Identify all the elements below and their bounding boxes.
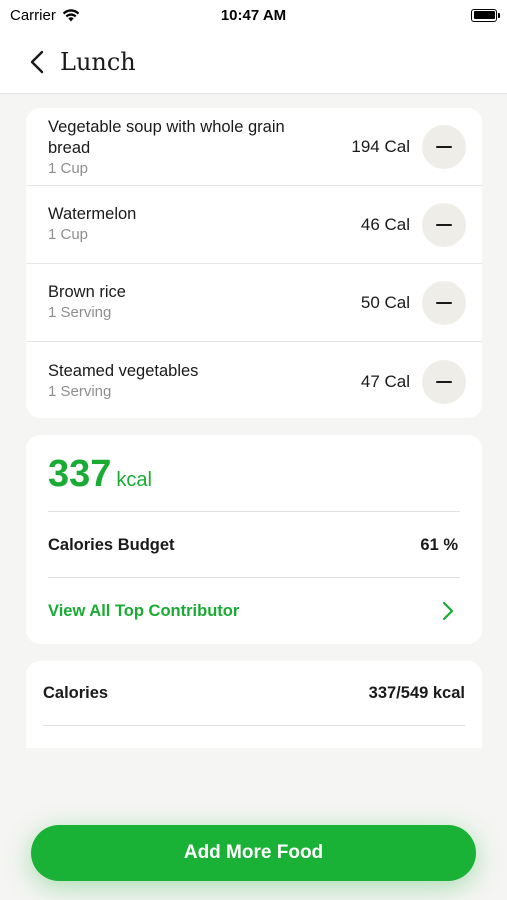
calories-value: 337/549 kcal — [368, 684, 465, 702]
food-info: Vegetable soup with whole grain bread 1 … — [48, 117, 318, 179]
wifi-icon — [62, 8, 80, 21]
nav-bar: Lunch — [0, 30, 507, 94]
food-name: Brown rice — [48, 283, 126, 301]
food-calories: 46 Cal — [360, 215, 410, 234]
minus-icon — [436, 301, 452, 305]
budget-value: 61 % — [420, 536, 458, 554]
chevron-right-icon[interactable] — [442, 601, 454, 626]
budget-label: Calories Budget — [48, 536, 175, 554]
minus-icon — [436, 145, 452, 149]
food-portion: 1 Cup — [48, 160, 89, 177]
food-info: Brown rice 1 Serving — [48, 282, 318, 323]
carrier-label: Carrier — [10, 6, 56, 24]
divider — [48, 511, 460, 512]
add-more-food-button[interactable]: Add More Food — [31, 825, 476, 881]
battery-icon — [471, 8, 500, 22]
food-row: Watermelon 1 Cup 46 Cal — [26, 186, 482, 264]
food-portion: 1 Cup — [48, 226, 89, 243]
minus-icon — [436, 380, 452, 384]
food-portion: 1 Serving — [48, 383, 112, 400]
food-info: Watermelon 1 Cup — [48, 204, 318, 245]
food-calories: 47 Cal — [360, 372, 410, 391]
food-list-card: Vegetable soup with whole grain bread 1 … — [26, 108, 482, 418]
food-portion: 1 Serving — [48, 304, 112, 321]
remove-food-button[interactable] — [422, 281, 466, 325]
calories-label: Calories — [43, 684, 109, 702]
food-info: Steamed vegetables 1 Serving — [48, 361, 318, 402]
food-name: Steamed vegetables — [48, 362, 199, 380]
kcal-unit: kcal — [116, 469, 152, 491]
summary-card: 337 kcal Calories Budget 61 % View All T… — [26, 435, 482, 644]
divider — [43, 725, 465, 726]
calories-card: Calories 337/549 kcal — [26, 661, 482, 751]
food-row: Steamed vegetables 1 Serving 47 Cal — [26, 342, 482, 418]
view-top-contributor-link[interactable]: View All Top Contributor — [48, 602, 239, 621]
food-row: Vegetable soup with whole grain bread 1 … — [26, 108, 482, 186]
kcal-total: 337 kcal — [48, 453, 152, 496]
food-name: Vegetable soup with whole grain bread — [48, 118, 285, 157]
minus-icon — [436, 223, 452, 227]
chevron-left-icon — [30, 50, 44, 73]
status-bar: Carrier 10:47 AM — [0, 0, 507, 30]
kcal-value: 337 — [48, 453, 112, 495]
divider — [48, 577, 460, 578]
remove-food-button[interactable] — [422, 203, 466, 247]
remove-food-button[interactable] — [422, 360, 466, 404]
page-title: Lunch — [60, 47, 136, 76]
food-calories: 194 Cal — [351, 137, 410, 156]
food-calories: 50 Cal — [360, 293, 410, 312]
back-button[interactable] — [22, 42, 52, 82]
remove-food-button[interactable] — [422, 125, 466, 169]
food-row: Brown rice 1 Serving 50 Cal — [26, 264, 482, 342]
food-name: Watermelon — [48, 205, 137, 223]
status-left: Carrier — [10, 7, 80, 24]
